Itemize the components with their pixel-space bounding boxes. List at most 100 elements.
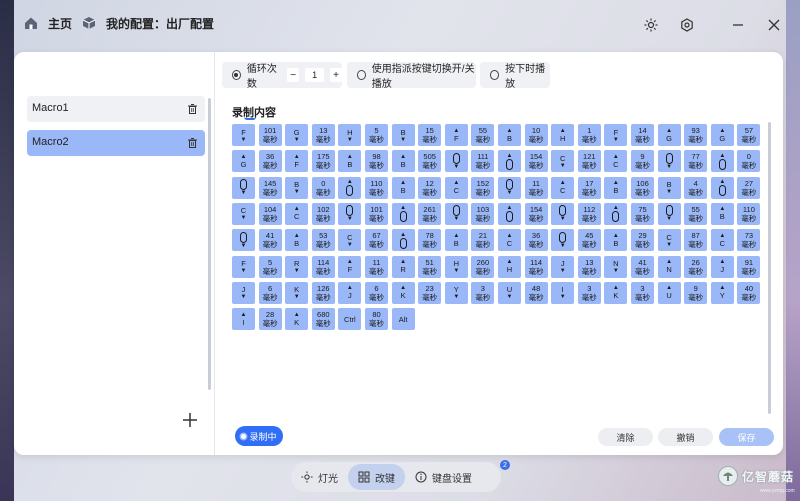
delay-tile[interactable]: 45 毫秒 — [577, 229, 601, 252]
delay-tile[interactable]: 17 毫秒 — [577, 176, 601, 199]
mouse-event-tile[interactable]: ▲ — [391, 229, 415, 252]
key-event-tile[interactable]: Y ▼ — [444, 281, 468, 304]
key-event-tile[interactable]: ▲ K — [391, 281, 415, 304]
macro-list-scrollbar[interactable] — [208, 98, 211, 390]
key-event-tile[interactable]: B ▼ — [285, 176, 309, 199]
delay-tile[interactable]: 87 毫秒 — [684, 229, 708, 252]
delay-tile[interactable]: 77 毫秒 — [684, 150, 708, 173]
loop-count-input[interactable]: 1 — [305, 68, 324, 82]
key-event-tile[interactable]: ▲ G — [232, 150, 255, 173]
delay-tile[interactable]: 9 毫秒 — [631, 150, 654, 173]
mouse-event-tile[interactable]: ▼ — [232, 176, 255, 199]
save-button[interactable]: 保存 — [719, 428, 774, 446]
mouse-event-tile[interactable]: ▲ — [498, 150, 521, 173]
key-event-tile[interactable]: ▲ B — [338, 150, 362, 173]
key-event-tile[interactable]: ▲ B — [285, 229, 309, 252]
key-event-tile[interactable]: K ▼ — [285, 281, 309, 304]
delay-tile[interactable]: 3 毫秒 — [471, 281, 495, 304]
key-event-tile[interactable]: J ▼ — [232, 281, 255, 304]
loop-option[interactable]: 循环次数 − 1 + — [222, 62, 342, 90]
key-event-tile[interactable]: ▲ J — [338, 281, 362, 304]
delay-tile[interactable]: 104 毫秒 — [258, 202, 282, 225]
key-event-tile[interactable]: ▲ R — [391, 255, 415, 278]
delay-tile[interactable]: 154 毫秒 — [524, 150, 548, 173]
trash-icon[interactable] — [188, 104, 197, 114]
key-event-tile[interactable]: ▲ H — [551, 124, 575, 146]
mouse-event-tile[interactable]: ▼ — [232, 229, 255, 252]
delay-tile[interactable]: 114 毫秒 — [311, 255, 335, 278]
delay-tile[interactable]: 28 毫秒 — [258, 308, 282, 331]
delay-tile[interactable]: 261 毫秒 — [418, 202, 442, 225]
delay-tile[interactable]: 21 毫秒 — [471, 229, 495, 252]
add-macro-icon[interactable] — [182, 412, 198, 428]
key-event-tile[interactable]: ▲ K — [285, 308, 309, 331]
delay-tile[interactable]: 36 毫秒 — [258, 150, 282, 173]
delay-tile[interactable]: 4 毫秒 — [684, 176, 708, 199]
delay-tile[interactable]: 154 毫秒 — [524, 202, 548, 225]
delay-tile[interactable]: 0 毫秒 — [311, 176, 335, 199]
key-event-tile[interactable]: G ▼ — [285, 124, 309, 146]
delay-tile[interactable]: 112 毫秒 — [577, 202, 601, 225]
key-event-tile[interactable]: F ▼ — [232, 124, 255, 146]
home-nav[interactable]: 主页 — [22, 14, 72, 32]
delay-tile[interactable]: 98 毫秒 — [365, 150, 388, 173]
key-event-tile[interactable]: H ▼ — [338, 124, 362, 146]
mouse-event-tile[interactable]: ▼ — [657, 202, 681, 225]
delay-tile[interactable]: 110 毫秒 — [365, 176, 388, 199]
delay-tile[interactable]: 9 毫秒 — [684, 281, 708, 304]
delay-tile[interactable]: 106 毫秒 — [631, 176, 654, 199]
toggle-play-option[interactable]: 使用指派按键切换开/关播放 — [347, 62, 476, 90]
key-event-tile[interactable]: ▲ C — [444, 176, 468, 199]
key-event-tile[interactable]: Alt — [391, 308, 415, 331]
key-event-tile[interactable]: ▲ Y — [710, 281, 734, 304]
minimize-button[interactable] — [728, 15, 748, 35]
clear-button[interactable]: 清除 — [598, 428, 653, 446]
key-event-tile[interactable]: ▲ I — [232, 308, 255, 331]
key-event-tile[interactable]: F ▼ — [604, 124, 628, 146]
delay-tile[interactable]: 41 毫秒 — [631, 255, 654, 278]
delay-tile[interactable]: 40 毫秒 — [737, 281, 761, 304]
delay-tile[interactable]: 103 毫秒 — [471, 202, 495, 225]
key-event-tile[interactable]: ▲ G — [657, 124, 681, 146]
delay-tile[interactable]: 51 毫秒 — [418, 255, 442, 278]
delay-tile[interactable]: 111 毫秒 — [471, 150, 495, 173]
key-event-tile[interactable]: F ▼ — [232, 255, 255, 278]
key-event-tile[interactable]: B ▼ — [391, 124, 415, 146]
delay-tile[interactable]: 53 毫秒 — [311, 229, 335, 252]
key-event-tile[interactable]: C ▼ — [232, 202, 255, 225]
delay-tile[interactable]: 26 毫秒 — [684, 255, 708, 278]
settings-button[interactable] — [677, 15, 697, 35]
delay-tile[interactable]: 73 毫秒 — [737, 229, 761, 252]
delay-tile[interactable]: 101 毫秒 — [365, 202, 388, 225]
delay-tile[interactable]: 12 毫秒 — [418, 176, 442, 199]
key-event-tile[interactable]: ▲ C — [285, 202, 309, 225]
key-event-tile[interactable]: ▲ H — [498, 255, 521, 278]
hold-play-radio[interactable] — [490, 70, 500, 80]
mouse-event-tile[interactable]: ▲ — [604, 202, 628, 225]
delay-tile[interactable]: 67 毫秒 — [365, 229, 388, 252]
delay-tile[interactable]: 55 毫秒 — [684, 202, 708, 225]
delay-tile[interactable]: 91 毫秒 — [737, 255, 761, 278]
key-event-tile[interactable]: J ▼ — [551, 255, 575, 278]
delay-tile[interactable]: 5 毫秒 — [365, 124, 388, 146]
key-event-tile[interactable]: ▲ B — [710, 202, 734, 225]
close-button[interactable] — [764, 15, 784, 35]
loop-increment-button[interactable]: + — [330, 68, 342, 82]
mouse-event-tile[interactable]: ▼ — [444, 150, 468, 173]
key-event-tile[interactable]: ▲ B — [498, 124, 521, 146]
key-event-tile[interactable]: ▲ B — [444, 229, 468, 252]
delay-tile[interactable]: 11 毫秒 — [524, 176, 548, 199]
tab-light[interactable]: 灯光 — [291, 464, 348, 490]
delay-tile[interactable]: 505 毫秒 — [418, 150, 442, 173]
delay-tile[interactable]: 3 毫秒 — [631, 281, 654, 304]
delay-tile[interactable]: 57 毫秒 — [737, 124, 761, 146]
delay-tile[interactable]: 11 毫秒 — [365, 255, 388, 278]
delay-tile[interactable]: 93 毫秒 — [684, 124, 708, 146]
key-event-tile[interactable]: ▲ B — [604, 229, 628, 252]
mouse-event-tile[interactable]: ▼ — [498, 176, 521, 199]
delay-tile[interactable]: 29 毫秒 — [631, 229, 654, 252]
delay-tile[interactable]: 15 毫秒 — [418, 124, 442, 146]
key-event-tile[interactable]: B ▼ — [657, 176, 681, 199]
mouse-event-tile[interactable]: ▲ — [338, 176, 362, 199]
delay-tile[interactable]: 101 毫秒 — [258, 124, 282, 146]
